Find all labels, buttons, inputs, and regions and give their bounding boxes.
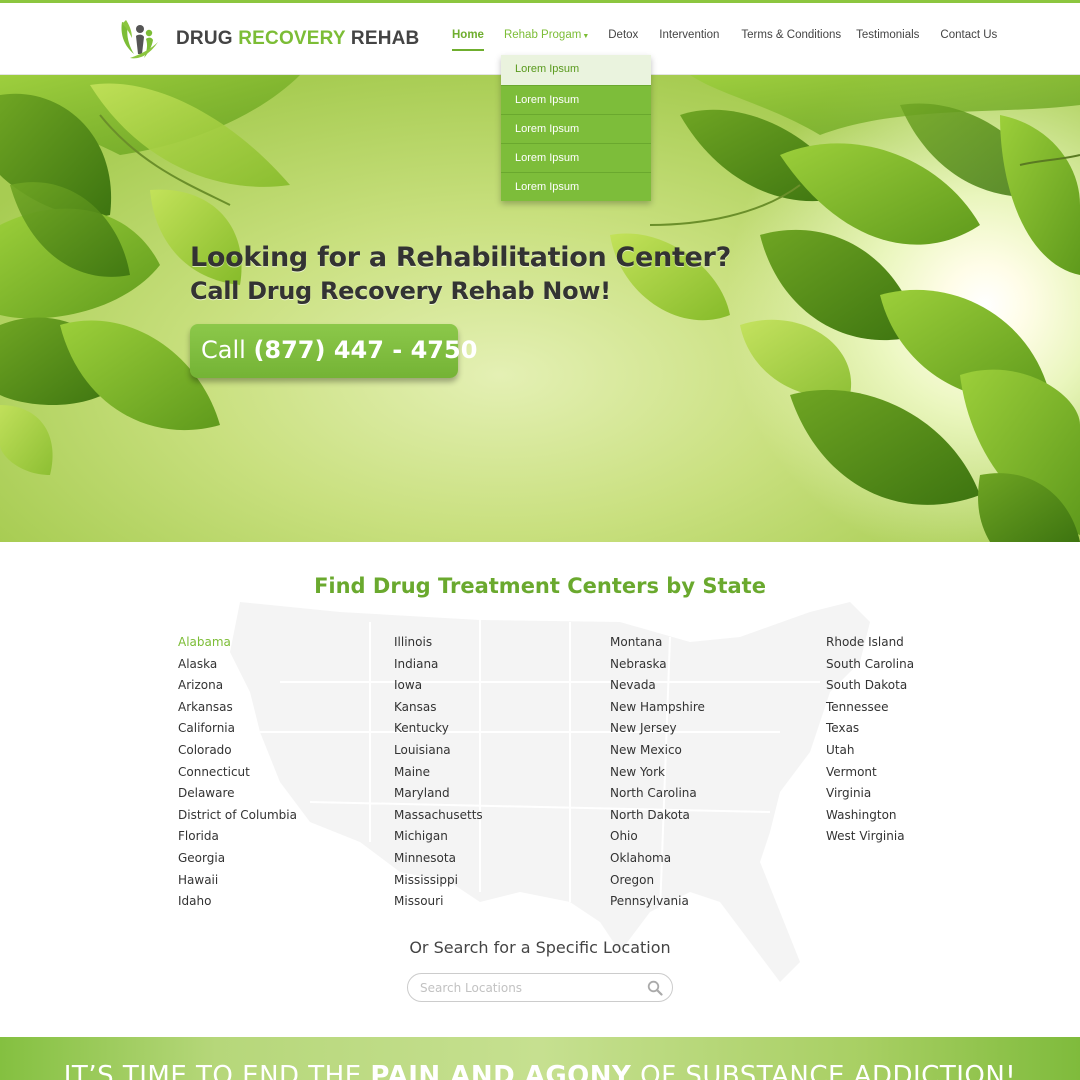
dropdown-item[interactable]: Lorem Ipsum	[501, 55, 651, 85]
state-link[interactable]: Michigan	[394, 826, 483, 848]
state-link[interactable]: New Jersey	[610, 718, 705, 740]
state-link[interactable]: New Hampshire	[610, 697, 705, 719]
nav-item-rehab-program-label: Rehab Progam	[503, 29, 582, 41]
state-link[interactable]: Georgia	[178, 848, 297, 870]
state-link[interactable]: South Carolina	[826, 654, 914, 676]
state-link[interactable]: Utah	[826, 740, 914, 762]
state-link[interactable]: Ohio	[610, 826, 705, 848]
state-link[interactable]: Maine	[394, 762, 483, 784]
state-link[interactable]: Kansas	[394, 697, 483, 719]
states-column-1: Alabama Alaska Arizona Arkansas Californ…	[178, 632, 297, 913]
state-link[interactable]: Iowa	[394, 675, 483, 697]
state-link[interactable]: Hawaii	[178, 870, 297, 892]
call-button-phone: (877) 447 - 4750	[253, 336, 478, 364]
search-location-label: Or Search for a Specific Location	[409, 938, 671, 957]
state-link[interactable]: Alaska	[178, 654, 297, 676]
nav-item-testimonials[interactable]: Testimonials	[856, 29, 919, 41]
dropdown-item[interactable]: Lorem Ipsum	[501, 143, 651, 172]
state-link[interactable]: Nevada	[610, 675, 705, 697]
cta-banner-text: IT’S TIME TO END THE PAIN AND AGONY OF S…	[0, 1061, 1080, 1080]
state-link[interactable]: Montana	[610, 632, 705, 654]
banner-text-part2: PAIN AND AGONY	[370, 1061, 632, 1080]
banner-text-part1: IT’S TIME TO END THE	[63, 1061, 371, 1080]
location-search-box	[407, 973, 673, 1002]
state-link[interactable]: New York	[610, 762, 705, 784]
brand-name: DRUG RECOVERY REHAB	[176, 28, 419, 50]
state-link[interactable]: Idaho	[178, 891, 297, 913]
state-link[interactable]: Texas	[826, 718, 914, 740]
state-link[interactable]: Oklahoma	[610, 848, 705, 870]
state-link[interactable]: Washington	[826, 805, 914, 827]
state-link[interactable]: Nebraska	[610, 654, 705, 676]
state-link[interactable]: Mississippi	[394, 870, 483, 892]
hero-headline-line2: Call Drug Recovery Rehab Now!	[190, 277, 611, 305]
main-nav: Home Rehab Progam▼ Detox Intervention Te…	[452, 29, 997, 51]
state-link[interactable]: North Dakota	[610, 805, 705, 827]
state-link[interactable]: Alabama	[178, 632, 297, 654]
state-link[interactable]: Arkansas	[178, 697, 297, 719]
state-link[interactable]: Virginia	[826, 783, 914, 805]
nav-item-detox[interactable]: Detox	[608, 29, 638, 41]
state-link[interactable]: Colorado	[178, 740, 297, 762]
state-link[interactable]: District of Columbia	[178, 805, 297, 827]
dropdown-item[interactable]: Lorem Ipsum	[501, 172, 651, 201]
people-leaf-logo-icon	[121, 20, 158, 59]
state-link[interactable]: Oregon	[610, 870, 705, 892]
hero-headline: Looking for a Rehabilitation Center? Cal…	[190, 242, 731, 305]
states-column-3: Montana Nebraska Nevada New Hampshire Ne…	[610, 632, 705, 913]
state-link[interactable]: Tennessee	[826, 697, 914, 719]
call-now-button[interactable]: Call (877) 447 - 4750	[190, 324, 477, 378]
cta-banner: IT’S TIME TO END THE PAIN AND AGONY OF S…	[0, 1037, 1080, 1080]
caret-down-icon: ▼	[582, 33, 590, 40]
state-link[interactable]: Kentucky	[394, 718, 483, 740]
site-logo[interactable]: DRUG RECOVERY REHAB	[116, 16, 419, 62]
state-link[interactable]: Illinois	[394, 632, 483, 654]
state-link[interactable]: Florida	[178, 826, 297, 848]
state-link[interactable]: California	[178, 718, 297, 740]
state-link[interactable]: South Dakota	[826, 675, 914, 697]
states-section-title: Find Drug Treatment Centers by State	[314, 574, 766, 598]
nav-item-terms[interactable]: Terms & Conditions	[741, 29, 841, 41]
state-link[interactable]: Missouri	[394, 891, 483, 913]
banner-text-part3: OF SUBSTANCE ADDICTION!	[631, 1061, 1017, 1080]
state-link[interactable]: Connecticut	[178, 762, 297, 784]
state-link[interactable]: Rhode Island	[826, 632, 914, 654]
state-link[interactable]: Louisiana	[394, 740, 483, 762]
search-icon[interactable]	[647, 980, 663, 996]
state-link[interactable]: Minnesota	[394, 848, 483, 870]
states-column-2: Illinois Indiana Iowa Kansas Kentucky Lo…	[394, 632, 483, 913]
rehab-program-dropdown: Lorem Ipsum Lorem Ipsum Lorem Ipsum Lore…	[501, 55, 651, 201]
state-link[interactable]: Delaware	[178, 783, 297, 805]
nav-item-intervention[interactable]: Intervention	[659, 29, 719, 41]
state-link[interactable]: Massachusetts	[394, 805, 483, 827]
dropdown-item[interactable]: Lorem Ipsum	[501, 85, 651, 114]
state-link[interactable]: Maryland	[394, 783, 483, 805]
brand-name-part3: REHAB	[345, 28, 420, 49]
location-search-input[interactable]	[420, 979, 640, 997]
state-link[interactable]: Arizona	[178, 675, 297, 697]
brand-name-part2: RECOVERY	[238, 28, 346, 49]
states-column-4: Rhode Island South Carolina South Dakota…	[826, 632, 914, 848]
hero-headline-line1: Looking for a Rehabilitation Center?	[190, 242, 731, 273]
state-link[interactable]: Indiana	[394, 654, 483, 676]
state-link[interactable]: West Virginia	[826, 826, 914, 848]
brand-name-part1: DRUG	[176, 28, 239, 49]
state-link[interactable]: North Carolina	[610, 783, 705, 805]
state-link[interactable]: Pennsylvania	[610, 891, 705, 913]
call-button-prefix: Call	[201, 336, 254, 364]
find-by-state-section: Find Drug Treatment Centers by State Ala…	[0, 542, 1080, 1037]
nav-item-contact[interactable]: Contact Us	[940, 29, 997, 41]
state-link[interactable]: New Mexico	[610, 740, 705, 762]
state-link[interactable]: Vermont	[826, 762, 914, 784]
nav-item-rehab-program[interactable]: Rehab Progam▼	[504, 29, 589, 41]
nav-item-home[interactable]: Home	[452, 29, 484, 51]
dropdown-item[interactable]: Lorem Ipsum	[501, 114, 651, 143]
